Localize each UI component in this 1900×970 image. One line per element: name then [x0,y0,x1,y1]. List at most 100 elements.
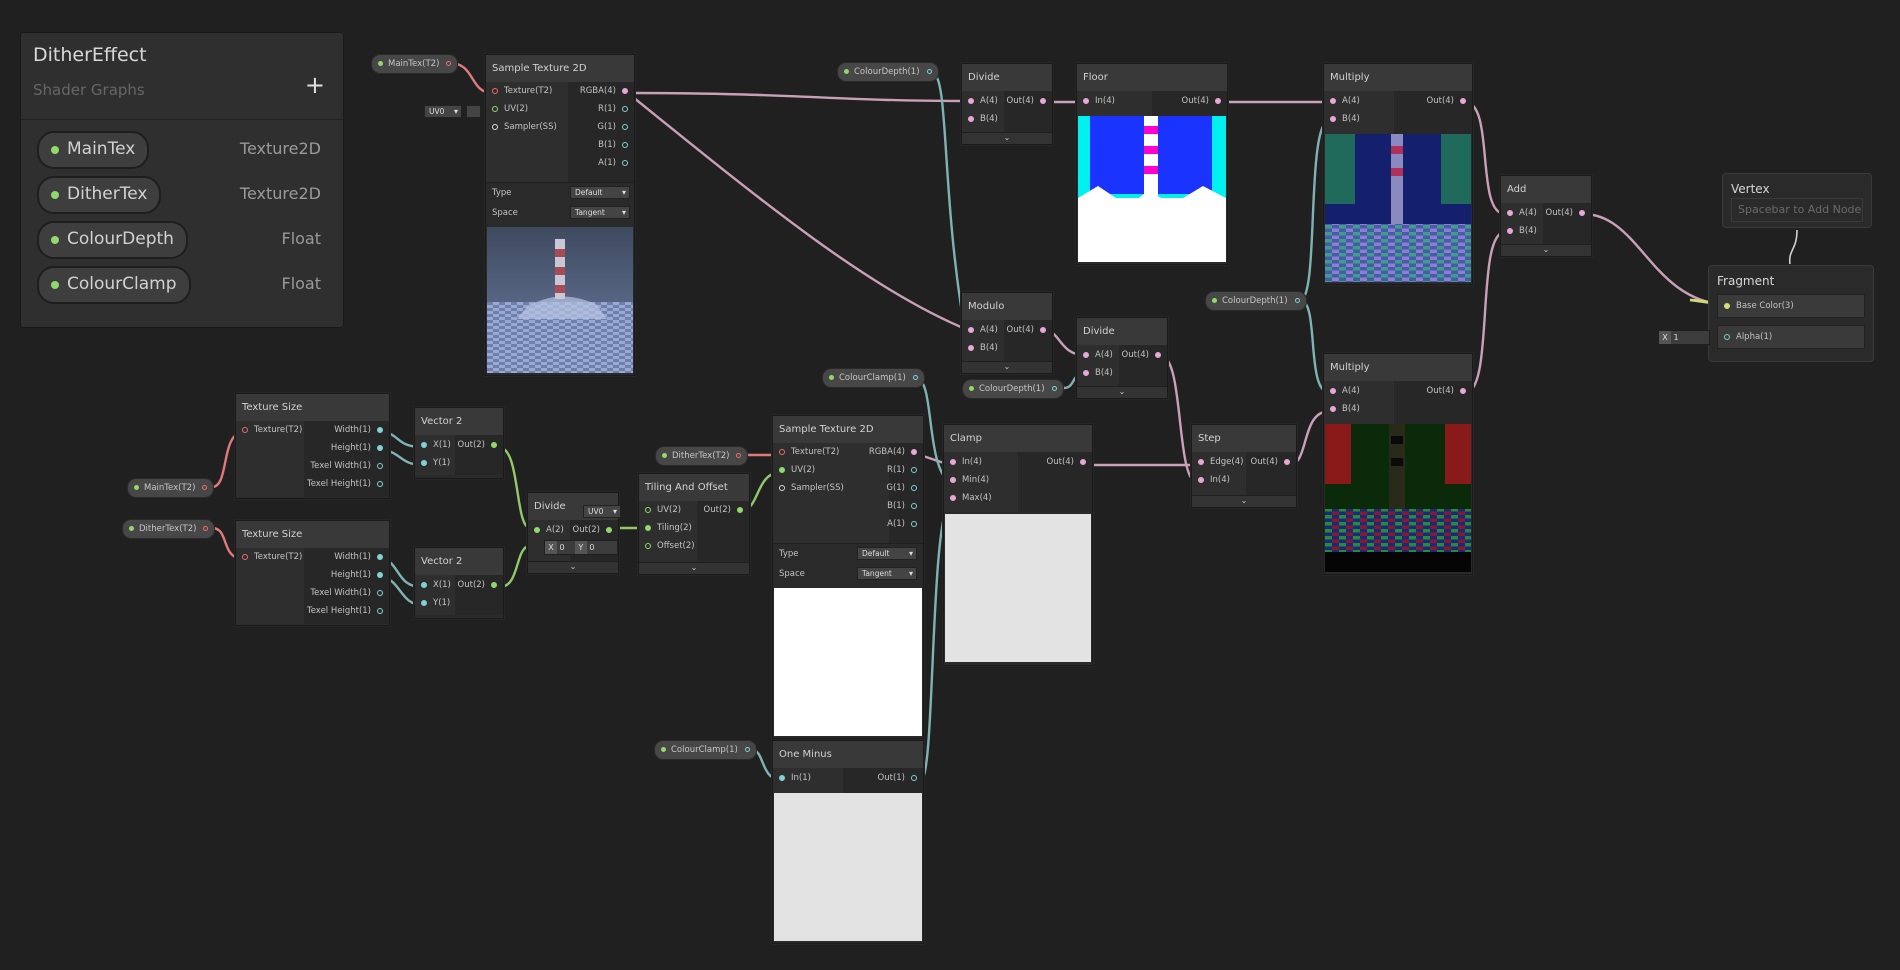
port-texel-width[interactable]: Texel Width(1) [310,588,383,598]
alpha-block[interactable]: Alpha(1) [1717,325,1865,349]
port-offset[interactable]: Offset(2) [645,541,695,551]
chevron-down-icon[interactable]: ⌄ [962,132,1052,144]
modulo-node[interactable]: Modulo A(4) B(4) Out(4) ⌄ [961,292,1053,374]
colourdepth-property-node[interactable]: ColourDepth(1) [1205,291,1307,311]
port-a[interactable]: A(1) [598,158,628,168]
port-out[interactable]: Out(4) [1047,457,1086,467]
port-texture[interactable]: Texture(T2) [242,552,302,562]
port-r[interactable]: R(1) [598,104,628,114]
space-dropdown[interactable]: Tangent [570,206,630,219]
port-a[interactable]: A(4) [968,325,998,335]
port-sampler[interactable]: Sampler(SS) [492,122,557,132]
port-in[interactable]: In(4) [1083,96,1115,106]
fragment-stack[interactable]: Fragment Base Color(3) Alpha(1) [1708,265,1874,362]
add-node[interactable]: Add A(4) B(4) Out(4) ⌄ [1500,175,1592,257]
port-a[interactable]: A(4) [1330,96,1360,106]
port-out[interactable]: Out(2) [458,440,497,450]
port-r[interactable]: R(1) [887,465,917,475]
chevron-down-icon[interactable]: ⌄ [639,562,749,574]
vector2-node[interactable]: Vector 2 X(1) Y(1) Out(2) [414,547,504,619]
chevron-down-icon[interactable]: ⌄ [528,561,618,573]
colourclamp-property-node[interactable]: ColourClamp(1) [822,368,925,388]
port-x[interactable]: X(1) [421,440,451,450]
port-out[interactable]: Out(1) [878,773,917,783]
space-dropdown[interactable]: Tangent [857,567,917,580]
dithertex-property-node[interactable]: DitherTex(T2) [655,446,749,466]
port-out[interactable]: Out(4) [1427,96,1466,106]
port-uv[interactable]: UV(2) [645,505,681,515]
port-in[interactable]: In(4) [950,457,982,467]
port-width[interactable]: Width(1) [334,552,383,562]
multiply-node[interactable]: Multiply A(4) B(4) Out(4) [1323,63,1473,285]
port-g[interactable]: G(1) [886,483,917,493]
property-dithertex[interactable]: DitherTex [37,176,162,214]
port-width[interactable]: Width(1) [334,425,383,435]
port-b[interactable]: B(4) [1330,404,1360,414]
port-out[interactable]: Out(4) [1182,96,1221,106]
port-max[interactable]: Max(4) [950,493,992,503]
port-out[interactable]: Out(4) [1007,325,1046,335]
dithertex-property-node[interactable]: DitherTex(T2) [122,519,216,539]
base-color-block[interactable]: Base Color(3) [1717,294,1865,318]
uv-channel-dropdown[interactable]: UV0 [583,505,621,518]
port-in[interactable]: In(1) [779,773,811,783]
port-b[interactable]: B(1) [887,501,917,511]
port-out[interactable]: Out(2) [704,505,743,515]
sample-texture-2d-node[interactable]: Sample Texture 2D Texture(T2) UV(2) Samp… [485,54,635,376]
sample-texture-2d-node[interactable]: Sample Texture 2D Texture(T2) UV(2) Samp… [772,415,924,739]
port-a[interactable]: A(4) [1330,386,1360,396]
port-a[interactable]: A(4) [1507,208,1537,218]
type-dropdown[interactable]: Default [570,186,630,199]
add-node-placeholder[interactable]: Spacebar to Add Node [1731,198,1863,222]
port-b[interactable]: B(4) [968,114,998,124]
port-b[interactable]: B(4) [1507,226,1537,236]
port-texture[interactable]: Texture(T2) [779,447,839,457]
port-out[interactable]: Out(2) [573,525,612,535]
port-out[interactable]: Out(4) [1251,457,1290,467]
property-colourclamp[interactable]: ColourClamp [37,266,191,304]
port-rgba[interactable]: RGBA(4) [869,447,917,457]
maintex-property-node[interactable]: MainTex(T2) [127,478,215,498]
step-node[interactable]: Step Edge(4) In(4) Out(4) ⌄ [1191,424,1297,508]
port-b[interactable]: B(4) [968,343,998,353]
port-out[interactable]: Out(4) [1007,96,1046,106]
maintex-property-node[interactable]: MainTex(T2) [371,54,459,74]
port-b[interactable]: B(4) [1083,368,1113,378]
port-edge[interactable]: Edge(4) [1198,457,1243,467]
port-texel-width[interactable]: Texel Width(1) [310,461,383,471]
port-texture[interactable]: Texture(T2) [492,86,552,96]
uv-channel-dropdown[interactable]: UV0 [424,105,462,118]
chevron-down-icon[interactable]: ⌄ [962,361,1052,373]
chevron-down-icon[interactable]: ⌄ [1192,495,1296,507]
alpha-value-input[interactable]: X 1 [1658,330,1710,345]
vertex-stack[interactable]: Vertex Spacebar to Add Node [1722,173,1872,228]
divide-node[interactable]: Divide A(4) B(4) Out(4) ⌄ [961,63,1053,145]
port-out[interactable]: Out(4) [1122,350,1161,360]
property-colourdepth[interactable]: ColourDepth [37,221,188,259]
port-rgba[interactable]: RGBA(4) [580,86,628,96]
port-texel-height[interactable]: Texel Height(1) [307,606,383,616]
chevron-down-icon[interactable]: ⌄ [1077,386,1167,398]
colourdepth-property-node[interactable]: ColourDepth(1) [837,62,939,82]
floor-node[interactable]: Floor In(4) Out(4) [1076,63,1228,265]
port-tiling[interactable]: Tiling(2) [645,523,692,533]
port-b[interactable]: B(4) [1330,114,1360,124]
tiling-and-offset-node[interactable]: Tiling And Offset UV(2) Tiling(2) Offset… [638,473,750,575]
port-b[interactable]: B(1) [598,140,628,150]
port-a[interactable]: A(2) [534,525,564,535]
divide-node[interactable]: Divide A(4) B(4) Out(4) ⌄ [1076,317,1168,399]
one-minus-node[interactable]: One Minus In(1) Out(1) [772,740,924,944]
port-a[interactable]: A(4) [968,96,998,106]
port-texel-height[interactable]: Texel Height(1) [307,479,383,489]
port-height[interactable]: Height(1) [331,443,383,453]
port-x[interactable]: X(1) [421,580,451,590]
texture-size-node[interactable]: Texture Size Texture(T2) Width(1) Height… [235,393,390,499]
divide-b-input[interactable]: X 0 Y 0 [544,540,618,555]
texture-size-node[interactable]: Texture Size Texture(T2) Width(1) Height… [235,520,390,626]
port-texture[interactable]: Texture(T2) [242,425,302,435]
colourclamp-property-node[interactable]: ColourClamp(1) [654,740,757,760]
port-a[interactable]: A(1) [887,519,917,529]
port-y[interactable]: Y(1) [421,598,450,608]
port-uv[interactable]: UV(2) [779,465,815,475]
port-a[interactable]: A(4) [1083,350,1113,360]
